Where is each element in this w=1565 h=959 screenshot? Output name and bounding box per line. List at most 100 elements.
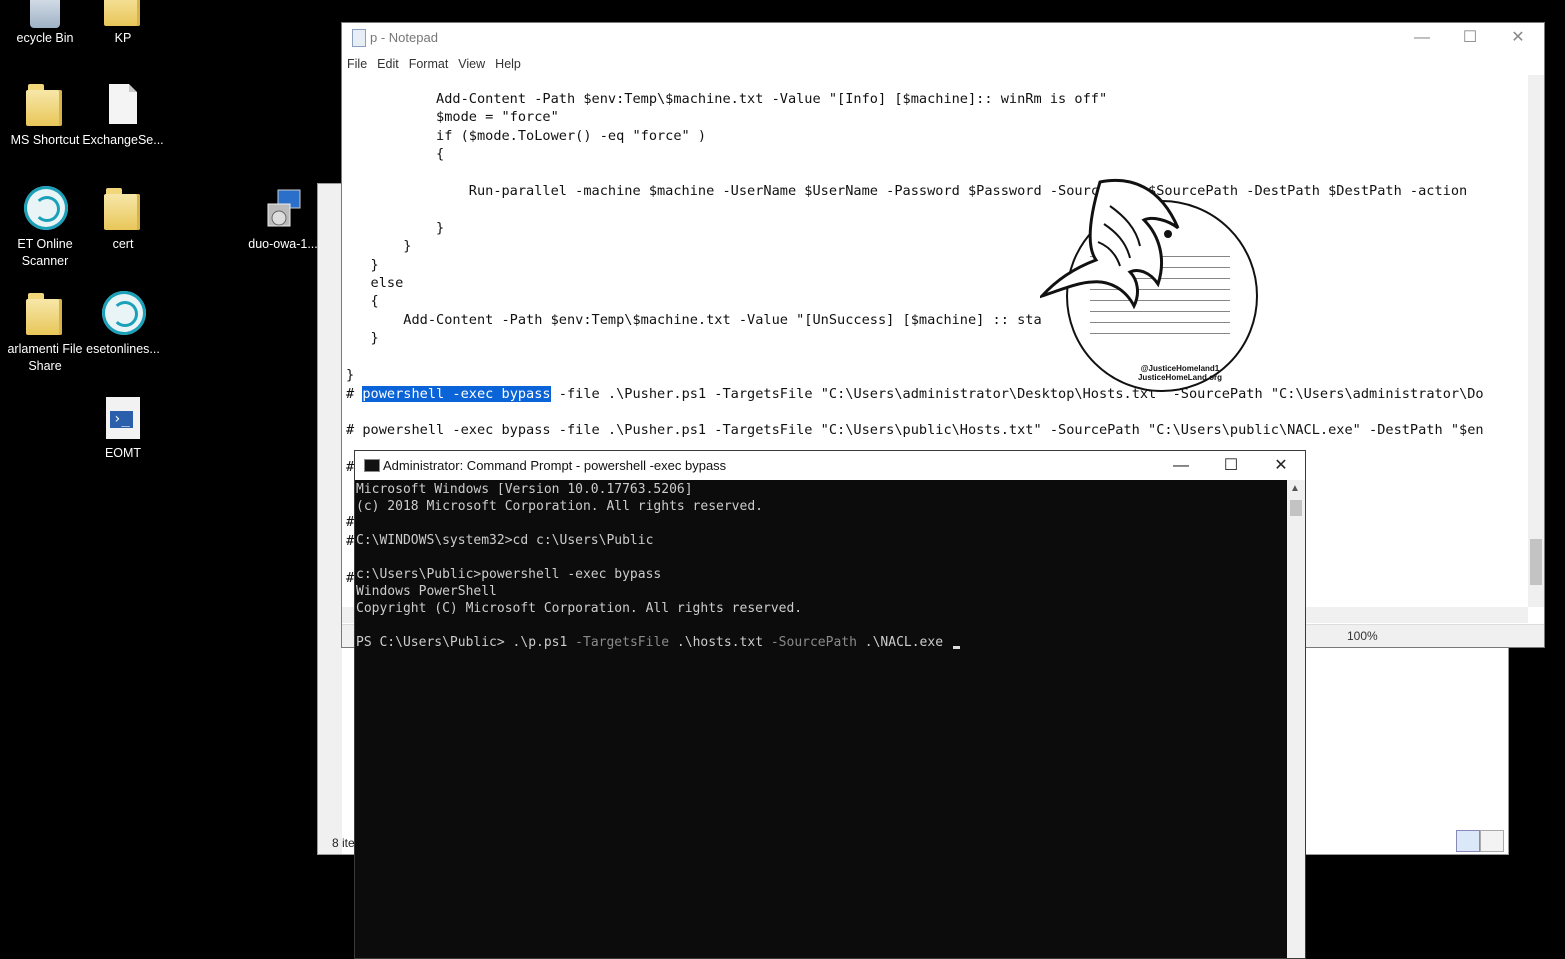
notepad-title: p - Notepad bbox=[370, 30, 438, 45]
prompt-param2: -SourcePath bbox=[770, 635, 865, 650]
prompt-script: .\p.ps1 bbox=[512, 635, 576, 650]
notepad-line bbox=[346, 403, 1484, 421]
notepad-line: } bbox=[346, 219, 445, 236]
console-line: c:\Users\Public>powershell -exec bypass bbox=[356, 567, 662, 582]
folder-icon bbox=[100, 186, 146, 232]
watermark-line2: JusticeHomeLand.org bbox=[1137, 373, 1222, 382]
notepad-icon bbox=[352, 29, 366, 47]
desktop-icon-cert[interactable]: cert bbox=[78, 186, 168, 253]
prompt-param1: -TargetsFile bbox=[575, 635, 677, 650]
desktop-icon-duo-owa[interactable]: duo-owa-1... bbox=[238, 186, 328, 253]
menu-format[interactable]: Format bbox=[404, 53, 454, 75]
eset-scanner-icon bbox=[100, 291, 146, 337]
menu-file[interactable]: File bbox=[342, 53, 372, 75]
console-line: C:\WINDOWS\system32>cd c:\Users\Public bbox=[356, 533, 654, 548]
notepad-line: { bbox=[346, 293, 379, 310]
notepad-line: # powershell -exec bypass -file .\Pusher… bbox=[346, 385, 1484, 402]
desktop-icon-eset-scanner[interactable]: ET Online Scanner bbox=[0, 186, 90, 270]
watermark-logo: @JusticeHomeland1 JusticeHomeLand.org bbox=[1040, 176, 1260, 392]
large-icons-view-button[interactable] bbox=[1480, 830, 1504, 852]
notepad-line: } bbox=[346, 367, 355, 384]
command-prompt-window[interactable]: Administrator: Command Prompt - powershe… bbox=[354, 450, 1306, 959]
vertical-scrollbar[interactable] bbox=[1528, 75, 1544, 607]
desktop-icon-label: ecycle Bin bbox=[16, 31, 74, 45]
desktop-icon-recycle-bin[interactable]: ecycle Bin bbox=[0, 0, 90, 45]
explorer-nav-strip bbox=[318, 184, 342, 854]
watermark-line1: @JusticeHomeland1 bbox=[1140, 364, 1220, 373]
menu-edit[interactable]: Edit bbox=[372, 53, 404, 75]
prompt-val1: .\hosts.txt bbox=[676, 635, 771, 650]
maximize-button[interactable]: ☐ bbox=[1446, 23, 1494, 53]
notepad-line: # powershell -exec bypass -file .\Pusher… bbox=[346, 422, 1484, 439]
notepad-line: else bbox=[346, 275, 404, 292]
prompt-val2: .\NACL.exe bbox=[864, 635, 951, 650]
desktop-icon-ms-shortcut[interactable]: MS Shortcut bbox=[0, 82, 90, 149]
cmd-scroll-thumb[interactable] bbox=[1290, 500, 1302, 516]
close-button[interactable]: ✕ bbox=[1257, 451, 1305, 480]
menu-view[interactable]: View bbox=[453, 53, 490, 75]
notepad-menubar: File Edit Format View Help bbox=[342, 53, 1544, 75]
text-cursor bbox=[952, 646, 960, 649]
console-output[interactable]: Microsoft Windows [Version 10.0.17763.52… bbox=[356, 481, 960, 651]
desktop-icon-eomt[interactable]: EOMT bbox=[78, 395, 168, 462]
folder-shortcut-icon bbox=[22, 291, 68, 337]
folder-icon bbox=[100, 0, 146, 30]
notepad-line: $mode = "force" bbox=[346, 109, 559, 126]
desktop-icon-label: MS Shortcut bbox=[10, 133, 80, 147]
desktop-icon-label: arlamenti File Share bbox=[7, 342, 83, 373]
document-icon bbox=[100, 82, 146, 128]
minimize-button[interactable]: — bbox=[1398, 23, 1446, 53]
notepad-line: } bbox=[346, 238, 412, 255]
notepad-line: Run-parallel -machine $machine -UserName… bbox=[346, 183, 1468, 200]
desktop-icon-label: cert bbox=[112, 237, 134, 251]
desktop-icon-label: ET Online Scanner bbox=[17, 237, 73, 268]
notepad-line: } bbox=[346, 256, 379, 273]
installer-icon bbox=[260, 186, 306, 232]
console-prompt-line[interactable]: PS C:\Users\Public> .\p.ps1 -TargetsFile… bbox=[356, 634, 960, 651]
details-view-button[interactable] bbox=[1456, 830, 1480, 852]
menu-help[interactable]: Help bbox=[490, 53, 526, 75]
cmd-title: Administrator: Command Prompt - powershe… bbox=[383, 458, 727, 473]
scroll-up-icon[interactable]: ▲ bbox=[1290, 483, 1300, 494]
console-line: Windows PowerShell bbox=[356, 584, 497, 599]
powershell-script-icon bbox=[100, 395, 146, 441]
scroll-thumb[interactable] bbox=[1530, 539, 1542, 585]
recycle-bin-icon bbox=[22, 0, 68, 30]
notepad-line bbox=[346, 164, 1484, 182]
maximize-button[interactable]: ☐ bbox=[1207, 451, 1255, 480]
eset-scanner-icon bbox=[22, 186, 68, 232]
prompt-ps: PS C:\Users\Public> bbox=[356, 635, 513, 650]
notepad-line: Add-Content -Path $env:Temp\$machine.txt… bbox=[346, 311, 1042, 328]
notepad-line: if ($mode.ToLower() -eq "force" ) bbox=[346, 127, 707, 144]
close-button[interactable]: ✕ bbox=[1494, 23, 1542, 53]
selected-text[interactable]: powershell -exec bypass bbox=[362, 385, 551, 402]
desktop-icon-label: esetonlines... bbox=[86, 342, 160, 356]
cmd-titlebar[interactable]: Administrator: Command Prompt - powershe… bbox=[355, 451, 1305, 480]
desktop-icon-esetonlinescanner[interactable]: esetonlines... bbox=[78, 291, 168, 358]
console-line: Microsoft Windows [Version 10.0.17763.52… bbox=[356, 482, 693, 497]
console-line: Copyright (C) Microsoft Corporation. All… bbox=[356, 601, 803, 616]
folder-shortcut-icon bbox=[22, 82, 68, 128]
notepad-line: { bbox=[346, 146, 445, 163]
console-line: (c) 2018 Microsoft Corporation. All righ… bbox=[356, 499, 763, 514]
notepad-titlebar[interactable]: p - Notepad — ☐ ✕ bbox=[342, 23, 1544, 53]
watermark-handle: @JusticeHomeland1 JusticeHomeLand.org bbox=[1120, 364, 1240, 382]
cmd-vertical-scrollbar[interactable]: ▲ bbox=[1287, 480, 1305, 958]
desktop-icon-kp[interactable]: KP bbox=[78, 0, 168, 45]
cmd-icon bbox=[364, 459, 380, 472]
notepad-line: } bbox=[346, 330, 379, 347]
desktop-icon-file-share[interactable]: arlamenti File Share bbox=[0, 291, 90, 375]
zoom-level: 100% bbox=[1347, 629, 1378, 643]
desktop-icon-label: EOMT bbox=[104, 446, 142, 460]
desktop-icon-label: duo-owa-1... bbox=[248, 237, 318, 251]
minimize-button[interactable]: — bbox=[1157, 451, 1205, 480]
desktop-icon-label: ExchangeSe... bbox=[82, 133, 164, 147]
desktop-icon-exchange[interactable]: ExchangeSe... bbox=[78, 82, 168, 149]
notepad-line: Add-Content -Path $env:Temp\$machine.txt… bbox=[346, 91, 1108, 107]
notepad-line bbox=[346, 348, 1484, 366]
notepad-line bbox=[346, 200, 1484, 218]
explorer-status: 8 ite bbox=[332, 836, 355, 850]
